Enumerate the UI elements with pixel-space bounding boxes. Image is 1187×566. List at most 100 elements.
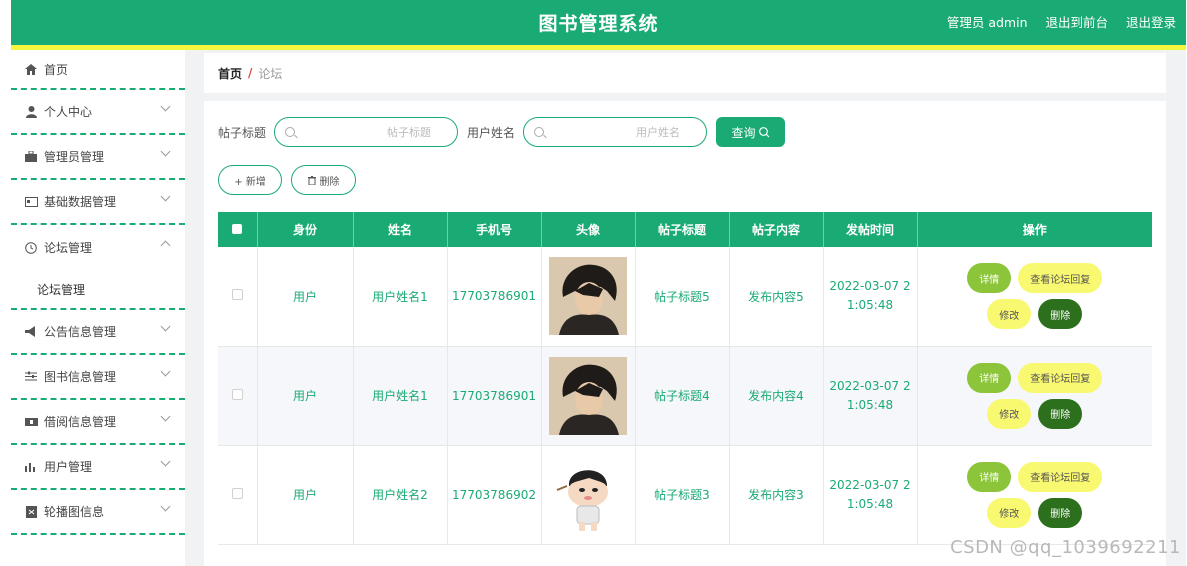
content-cell: 发布内容5 [729,247,824,347]
role-cell: 用户 [257,445,354,545]
row-checkbox[interactable] [231,289,243,301]
sidebar-item-home[interactable]: 首页 [11,50,185,90]
sliders-icon [24,370,38,384]
watermark: CSDN @qq_1039692211 [950,537,1181,558]
col-time: 发帖时间 [823,212,918,247]
chevron-down-icon [160,456,171,467]
image-icon [24,505,38,519]
post-title-search[interactable] [274,117,459,147]
header-actions: 管理员 admin 退出到前台 退出登录 [933,12,1176,31]
breadcrumb-separator: / [248,66,253,80]
logout-link[interactable]: 退出登录 [1126,15,1176,30]
avatar-man-portrait[interactable] [549,257,627,336]
view-reply-button[interactable]: 查看论坛回复 [1018,362,1103,393]
ops-cell: 详情 查看论坛回复 修改 删除 [917,445,1152,545]
search-icon [534,127,545,137]
avatar-man-portrait[interactable] [549,356,627,435]
sidebar-item-users[interactable]: 用户管理 [11,445,185,490]
avatar-cell [541,445,636,545]
name-cell: 用户姓名1 [353,247,448,347]
sidebar-item-label: 借阅信息管理 [44,415,117,429]
select-all-cell[interactable] [218,212,258,247]
back-front-link[interactable]: 退出到前台 [1045,15,1108,30]
breadcrumb-home[interactable]: 首页 [218,65,242,82]
sidebar-item-books[interactable]: 图书信息管理 [11,355,185,400]
table-row: 用户 用户姓名1 17703786901 帖子标题4 发布内容4 2022-03… [218,346,1152,446]
role-cell: 用户 [257,346,354,446]
query-button[interactable]: 查询 [716,117,786,147]
sidebar-item-label: 公告信息管理 [44,325,117,339]
sidebar-item-label: 管理员管理 [44,150,105,164]
table-header-row: 身份 姓名 手机号 头像 帖子标题 帖子内容 发帖时间 操作 [218,212,1152,247]
row-select-cell [218,445,258,545]
chevron-down-icon [160,101,171,112]
ops-cell: 详情 查看论坛回复 修改 删除 [917,247,1152,347]
detail-button[interactable]: 详情 [967,461,1012,492]
role-cell: 用户 [257,247,354,347]
sidebar-item-label: 个人中心 [44,105,93,119]
chevron-down-icon [160,321,171,332]
clock-icon [24,241,38,255]
delete-button[interactable]: 删除 [1038,299,1083,330]
edit-button[interactable]: 修改 [987,398,1032,429]
avatar-cell [541,247,636,347]
add-button[interactable]: + 新增 [218,165,282,195]
search-icon [758,126,769,137]
row-checkbox[interactable] [231,388,243,400]
col-name: 姓名 [353,212,448,247]
header-stripe [11,45,1186,50]
top-header: 图书管理系统 管理员 admin 退出到前台 退出登录 [11,0,1186,50]
row-checkbox[interactable] [231,487,243,499]
sidebar-item-label: 轮播图信息 [44,505,105,519]
col-avatar: 头像 [541,212,636,247]
sidebar-item-profile[interactable]: 个人中心 [11,90,185,135]
detail-button[interactable]: 详情 [967,362,1012,393]
chevron-down-icon [160,501,171,512]
sidebar-item-notice[interactable]: 公告信息管理 [11,310,185,355]
post-title-input[interactable] [301,125,432,139]
forum-table: 身份 姓名 手机号 头像 帖子标题 帖子内容 发帖时间 操作 用户 用户姓名1 … [218,212,1152,545]
time-cell: 2022-03-07 2 1:05:48 [823,445,918,545]
batch-delete-button[interactable]: 删除 [291,165,356,195]
admin-label: 管理员 admin [946,15,1028,30]
col-content: 帖子内容 [729,212,824,247]
user-name-search[interactable] [523,117,708,147]
bar-chart-icon [24,460,38,474]
batch-delete-label: 删除 [319,176,340,188]
content-cell: 发布内容4 [729,346,824,446]
table-row: 用户 用户姓名1 17703786901 帖子标题5 发布内容5 2022-03… [218,247,1152,347]
name-cell: 用户姓名2 [353,445,448,545]
view-reply-button[interactable]: 查看论坛回复 [1018,461,1103,492]
detail-button[interactable]: 详情 [967,263,1012,294]
avatar-cartoon-boy[interactable] [549,455,627,534]
phone-cell: 17703786901 [447,247,542,347]
post-title-label: 帖子标题 [218,125,267,140]
view-reply-button[interactable]: 查看论坛回复 [1018,263,1103,294]
title-cell: 帖子标题4 [635,346,730,446]
chevron-down-icon [160,146,171,157]
sidebar-item-borrow[interactable]: 借阅信息管理 [11,400,185,445]
search-form: 帖子标题 用户姓名 查询 [218,117,786,147]
action-buttons: + 新增 删除 [218,165,365,195]
edit-button[interactable]: 修改 [987,497,1032,528]
title-cell: 帖子标题3 [635,445,730,545]
sidebar-item-label: 基础数据管理 [44,195,117,209]
phone-cell: 17703786901 [447,346,542,446]
delete-button[interactable]: 删除 [1038,398,1083,429]
chevron-up-icon [160,240,171,251]
edit-button[interactable]: 修改 [987,299,1032,330]
sidebar-item-admin[interactable]: 管理员管理 [11,135,185,180]
delete-button[interactable]: 删除 [1038,497,1083,528]
time-cell: 2022-03-07 2 1:05:48 [823,247,918,347]
user-name-input[interactable] [550,125,681,139]
sidebar-item-forum[interactable]: 论坛管理 [11,225,185,270]
user-name-label: 用户姓名 [467,125,516,140]
submenu-forum-manage[interactable]: 论坛管理 [11,270,185,310]
select-all-checkbox[interactable] [232,223,243,234]
sidebar-item-carousel[interactable]: 轮播图信息 [11,490,185,535]
sidebar-item-base-data[interactable]: 基础数据管理 [11,180,185,225]
sidebar-item-label: 图书信息管理 [44,370,117,384]
time-cell: 2022-03-07 2 1:05:48 [823,346,918,446]
sidebar-item-label: 用户管理 [44,460,93,474]
phone-cell: 17703786902 [447,445,542,545]
